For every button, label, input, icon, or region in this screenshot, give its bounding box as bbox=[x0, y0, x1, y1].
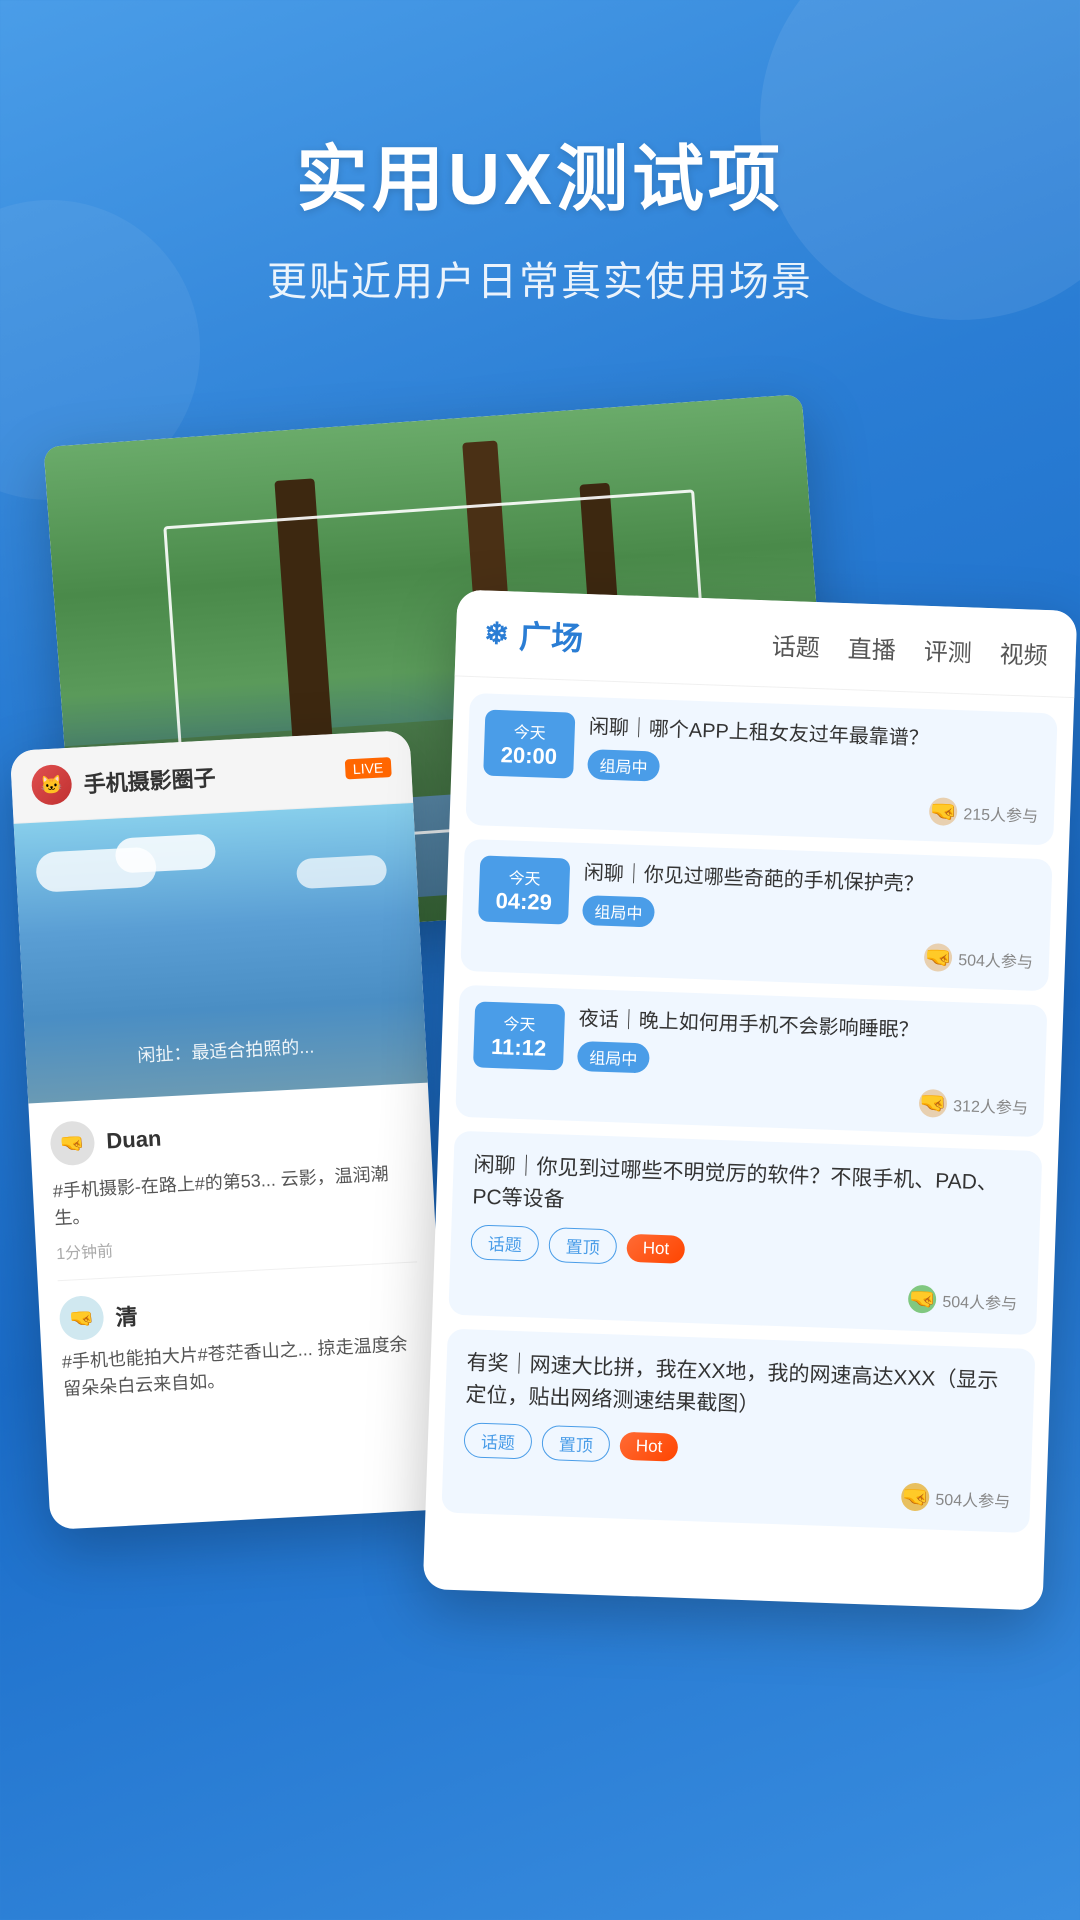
mobile-card-content: 🤜 Duan #手机摄影-在路上#的第53... 云影，温润潮生。 1分钟前 🤜… bbox=[28, 1083, 444, 1424]
forum-nav[interactable]: 话题 直播 评测 视频 bbox=[771, 626, 1048, 671]
forum-topic-2[interactable]: 今天 04:29 闲聊｜你见过哪些奇葩的手机保护壳？ 组局中 🤜 504人参与 bbox=[460, 839, 1052, 991]
participant-count-3: 312人参与 bbox=[953, 1092, 1028, 1119]
topic-status-2: 组局中 bbox=[582, 895, 655, 927]
flat-topic-tags-2: 话题 置顶 Hot bbox=[463, 1422, 1012, 1476]
topic-content-3: 夜话｜晚上如何用手机不会影响睡眠？ 组局中 🤜 312人参与 bbox=[576, 1005, 1031, 1121]
flat-participant-count-1: 504人参与 bbox=[942, 1288, 1017, 1315]
topic-time-value-1: 20:00 bbox=[495, 742, 562, 770]
tag-pin-2: 置顶 bbox=[541, 1425, 610, 1462]
forum-nav-topics[interactable]: 话题 bbox=[771, 626, 820, 663]
cards-container: 🐱 手机摄影圈子 LIVE 闲扯：最适合拍照的... 🤜 Duan #手机摄影-… bbox=[0, 380, 1080, 1920]
forum-nav-live[interactable]: 直播 bbox=[847, 629, 896, 666]
forum-card: ❄ 广场 话题 直播 评测 视频 今天 20:00 闲聊｜哪个APP上租女友过年… bbox=[423, 589, 1078, 1610]
topic-time-label-3: 今天 bbox=[486, 1010, 553, 1036]
mobile-header-title: 手机摄影圈子 bbox=[83, 754, 334, 799]
topic-time-box-3: 今天 11:12 bbox=[473, 1001, 565, 1070]
participant-icon-3: 🤜 bbox=[919, 1089, 948, 1118]
topic-time-label-2: 今天 bbox=[491, 864, 558, 890]
topic-title-1: 闲聊｜哪个APP上租女友过年最靠谱？ bbox=[588, 713, 1041, 757]
participant-icon-flat-2: 🤜 bbox=[901, 1483, 930, 1512]
mobile-post-text-2: #手机也能拍大片#苍茫香山之... 掠走温度余留朵朵白云来自如。 bbox=[61, 1330, 423, 1403]
participant-icon-flat-1: 🤜 bbox=[908, 1285, 937, 1314]
topic-participants-3: 🤜 312人参与 bbox=[576, 1077, 1029, 1121]
participant-count-1: 215人参与 bbox=[963, 800, 1038, 827]
topic-content-1: 闲聊｜哪个APP上租女友过年最靠谱？ 组局中 🤜 215人参与 bbox=[586, 713, 1041, 829]
forum-nav-video[interactable]: 视频 bbox=[999, 634, 1048, 671]
tag-topic-2: 话题 bbox=[463, 1422, 532, 1459]
tag-hot-2: Hot bbox=[619, 1431, 678, 1461]
forum-logo: ❄ 广场 bbox=[483, 610, 584, 659]
forum-flat-topic-1[interactable]: 闲聊｜你见到过哪些不明觉厉的软件？不限手机、PAD、PC等设备 话题 置顶 Ho… bbox=[448, 1131, 1042, 1335]
cloud-2 bbox=[296, 854, 387, 889]
participant-icon-2: 🤜 bbox=[924, 943, 953, 972]
tag-hot-1: Hot bbox=[626, 1233, 685, 1263]
tag-topic-1: 话题 bbox=[470, 1224, 539, 1261]
mobile-user-avatar-1: 🤜 bbox=[49, 1120, 95, 1166]
topic-title-2: 闲聊｜你见过哪些奇葩的手机保护壳？ bbox=[583, 859, 1036, 903]
mobile-post-text-1: #手机摄影-在路上#的第53... 云影，温润潮生。 bbox=[52, 1160, 414, 1233]
tag-pin-1: 置顶 bbox=[548, 1227, 617, 1264]
topic-status-1: 组局中 bbox=[587, 749, 660, 781]
mobile-divider bbox=[58, 1261, 418, 1281]
forum-flat-topic-2[interactable]: 有奖｜网速大比拼，我在XX地，我的网速高达XXX（显示定位，贴出网络测速结果截图… bbox=[441, 1329, 1035, 1533]
topic-content-2: 闲聊｜你见过哪些奇葩的手机保护壳？ 组局中 🤜 504人参与 bbox=[581, 859, 1036, 975]
participant-count-2: 504人参与 bbox=[958, 946, 1033, 973]
flat-participant-count-2: 504人参与 bbox=[935, 1486, 1010, 1513]
topic-participants-1: 🤜 215人参与 bbox=[586, 785, 1039, 829]
flat-topic-title-2: 有奖｜网速大比拼，我在XX地，我的网速高达XXX（显示定位，贴出网络测速结果截图… bbox=[465, 1347, 1015, 1429]
mobile-card-image: 闲扯：最适合拍照的... bbox=[14, 803, 428, 1104]
forum-logo-icon: ❄ bbox=[484, 616, 510, 652]
mobile-image-caption: 闲扯：最适合拍照的... bbox=[25, 1027, 426, 1074]
flat-topic-tags-1: 话题 置顶 Hot bbox=[470, 1224, 1019, 1278]
topic-time-value-2: 04:29 bbox=[490, 888, 557, 916]
mobile-user-row-1: 🤜 Duan bbox=[49, 1104, 411, 1167]
mobile-user-row-2: 🤜 清 bbox=[59, 1278, 421, 1341]
forum-topic-3[interactable]: 今天 11:12 夜话｜晚上如何用手机不会影响睡眠？ 组局中 🤜 312人参与 bbox=[455, 985, 1047, 1137]
participant-icon-1: 🤜 bbox=[929, 797, 958, 826]
forum-nav-review[interactable]: 评测 bbox=[923, 631, 972, 668]
topic-time-value-3: 11:12 bbox=[485, 1034, 552, 1062]
mobile-user-name-2: 清 bbox=[115, 1299, 139, 1332]
forum-logo-text: 广场 bbox=[518, 612, 584, 660]
forum-body: 今天 20:00 闲聊｜哪个APP上租女友过年最靠谱？ 组局中 🤜 215人参与… bbox=[424, 676, 1074, 1563]
cloud-3 bbox=[115, 833, 217, 873]
flat-participants-1: 🤜 504人参与 bbox=[469, 1269, 1018, 1316]
topic-title-3: 夜话｜晚上如何用手机不会影响睡眠？ bbox=[578, 1005, 1031, 1049]
mobile-live-badge: LIVE bbox=[344, 757, 391, 779]
topic-participants-2: 🤜 504人参与 bbox=[581, 931, 1034, 975]
mobile-user-avatar-2: 🤜 bbox=[59, 1295, 105, 1341]
mobile-user-name-1: Duan bbox=[106, 1126, 162, 1155]
topic-time-label-1: 今天 bbox=[496, 718, 563, 744]
topic-time-box-1: 今天 20:00 bbox=[483, 710, 575, 779]
flat-topic-title-1: 闲聊｜你见到过哪些不明觉厉的软件？不限手机、PAD、PC等设备 bbox=[472, 1149, 1022, 1231]
forum-topic-1[interactable]: 今天 20:00 闲聊｜哪个APP上租女友过年最靠谱？ 组局中 🤜 215人参与 bbox=[465, 693, 1057, 845]
mobile-card: 🐱 手机摄影圈子 LIVE 闲扯：最适合拍照的... 🤜 Duan #手机摄影-… bbox=[10, 730, 450, 1530]
flat-participants-2: 🤜 504人参与 bbox=[462, 1467, 1011, 1514]
topic-time-box-2: 今天 04:29 bbox=[478, 855, 570, 924]
topic-status-3: 组局中 bbox=[577, 1041, 650, 1073]
mobile-avatar: 🐱 bbox=[31, 764, 73, 806]
